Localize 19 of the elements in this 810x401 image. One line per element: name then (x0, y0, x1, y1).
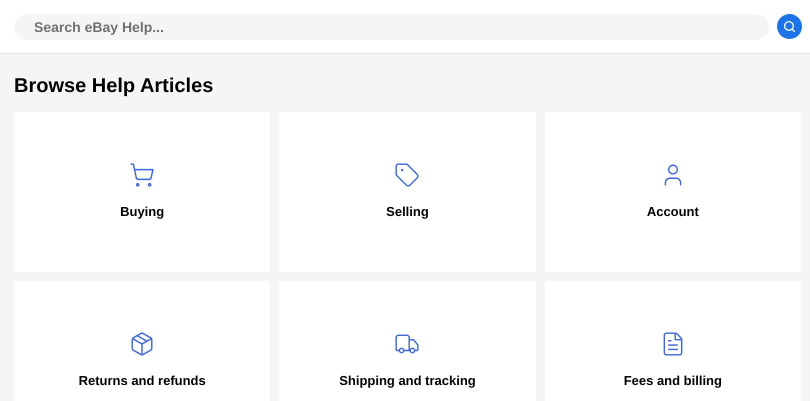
page-heading: Browse Help Articles (14, 74, 214, 99)
tag-icon (394, 162, 420, 188)
category-label: Shipping and tracking (339, 372, 476, 390)
category-label: Returns and refunds (78, 372, 206, 390)
box-icon (129, 331, 156, 358)
category-label: Fees and billing (624, 372, 722, 390)
category-label: Buying (120, 203, 164, 222)
category-card[interactable]: Returns and refunds (14, 281, 270, 401)
search-icon (783, 20, 796, 33)
search-field[interactable]: Search eBay Help... (14, 14, 769, 40)
category-card[interactable]: Account (544, 112, 801, 272)
category-card[interactable]: Buying (14, 112, 270, 272)
category-label: Account (646, 203, 699, 222)
category-card[interactable]: Shipping and tracking (279, 281, 536, 401)
search-button[interactable] (777, 14, 802, 39)
category-label: Selling (386, 203, 429, 222)
category-card[interactable]: Selling (279, 112, 536, 272)
cart-icon (129, 162, 156, 188)
category-card[interactable]: Fees and billing (544, 281, 801, 401)
